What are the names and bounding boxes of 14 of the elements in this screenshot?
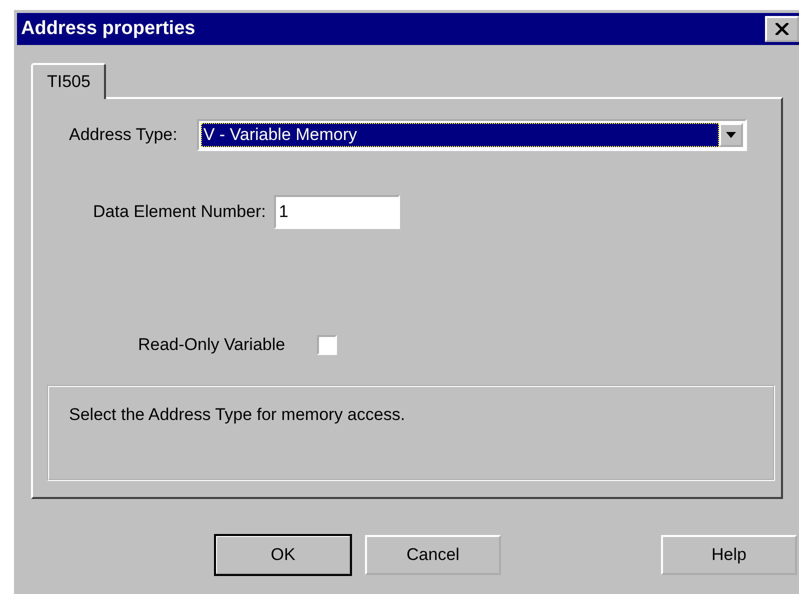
help-button[interactable]: Help xyxy=(661,535,797,575)
data-element-number-field[interactable]: 1 xyxy=(274,195,400,229)
data-element-number-label: Data Element Number: xyxy=(93,202,266,222)
ok-button[interactable]: OK xyxy=(215,535,351,575)
address-type-label: Address Type: xyxy=(69,125,178,145)
tab[interactable]: TI505 xyxy=(31,63,106,99)
close-icon xyxy=(775,23,789,35)
read-only-label: Read-Only Variable xyxy=(138,335,286,355)
description-text: Select the Address Type for memory access. xyxy=(69,405,406,424)
close-button[interactable] xyxy=(765,16,799,42)
cancel-button[interactable]: Cancel xyxy=(365,535,501,575)
address-type-dropdown[interactable]: V - Variable Memory xyxy=(197,119,748,151)
read-only-checkbox[interactable] xyxy=(317,335,338,355)
window-title: Address properties xyxy=(21,18,196,40)
